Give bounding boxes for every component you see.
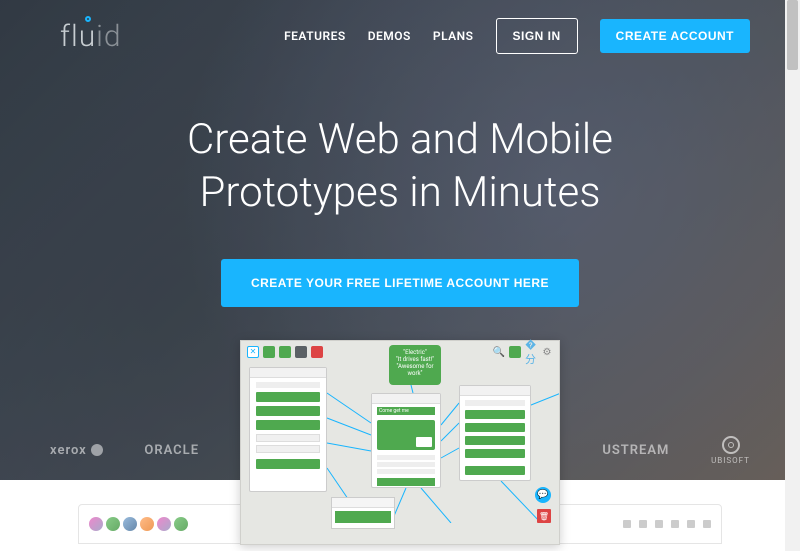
stop-icon[interactable]	[311, 346, 323, 358]
refresh-icon[interactable]	[279, 346, 291, 358]
mock-panel-center[interactable]: Come get me	[371, 393, 441, 488]
create-account-button[interactable]: CREATE ACCOUNT	[600, 19, 750, 53]
toolbar-icon	[703, 520, 711, 528]
circle-icon	[91, 444, 103, 456]
prototype-preview: ✕ 🔍 �分 ⚙	[240, 340, 560, 545]
top-nav: fluid FEATURES DEMOS PLANS SIGN IN CREAT…	[0, 0, 800, 54]
close-icon[interactable]: ✕	[247, 346, 259, 358]
brand-seg-fl: fl	[60, 19, 79, 54]
client-logo-ustream: USTREAM	[602, 443, 669, 458]
toolbar-icon	[639, 520, 647, 528]
brand-seg-id: id	[96, 19, 121, 54]
nav-right: FEATURES DEMOS PLANS SIGN IN CREATE ACCO…	[284, 18, 750, 54]
delete-icon[interactable]: 🗑	[537, 509, 551, 523]
brand-logo[interactable]: fluid	[60, 19, 122, 54]
mock-panel-mini[interactable]	[331, 497, 395, 529]
toolbar-icon	[623, 520, 631, 528]
nav-link-features[interactable]: FEATURES	[284, 29, 346, 43]
toolbar-icon	[687, 520, 695, 528]
sign-in-button[interactable]: SIGN IN	[496, 18, 578, 54]
avatar	[157, 517, 171, 531]
mock-panel-right[interactable]	[459, 385, 531, 481]
toolbar-icon	[655, 520, 663, 528]
ubisoft-swirl-icon	[722, 436, 740, 454]
avatar	[106, 517, 120, 531]
hero-title-line1: Create Web and Mobile	[187, 115, 613, 164]
play-icon[interactable]	[263, 346, 275, 358]
page-scrollbar[interactable]	[785, 0, 800, 551]
client-logo-xerox: xerox	[50, 443, 103, 458]
chat-fab-icon[interactable]: 💬	[535, 487, 551, 503]
scrollbar-thumb[interactable]	[787, 0, 798, 70]
hero-content: Create Web and Mobile Prototypes in Minu…	[0, 54, 800, 307]
toolbar-icon	[671, 520, 679, 528]
brand-dot-icon	[85, 16, 91, 22]
search-icon[interactable]: 🔍	[493, 346, 505, 358]
avatar	[174, 517, 188, 531]
tool-icon[interactable]	[295, 346, 307, 358]
brand-seg-u: u	[79, 19, 96, 54]
avatar	[89, 517, 103, 531]
share-icon[interactable]: �分	[525, 346, 537, 358]
add-icon[interactable]	[509, 346, 521, 358]
hero-title: Create Web and Mobile Prototypes in Minu…	[0, 114, 800, 219]
tooltip-bubble: "Electric" "It drives fast!" "Awesome fo…	[389, 345, 441, 385]
mock-panel-left[interactable]	[249, 367, 327, 492]
gear-icon[interactable]: ⚙	[541, 346, 553, 358]
client-logo-ubisoft: UBISOFT	[711, 436, 750, 465]
nav-link-plans[interactable]: PLANS	[433, 29, 474, 43]
avatar	[123, 517, 137, 531]
avatar	[140, 517, 154, 531]
hero-title-line2: Prototypes in Minutes	[199, 168, 600, 217]
client-logo-oracle: ORACLE	[144, 443, 199, 458]
nav-link-demos[interactable]: DEMOS	[368, 29, 411, 43]
main-cta-button[interactable]: CREATE YOUR FREE LIFETIME ACCOUNT HERE	[221, 259, 579, 307]
